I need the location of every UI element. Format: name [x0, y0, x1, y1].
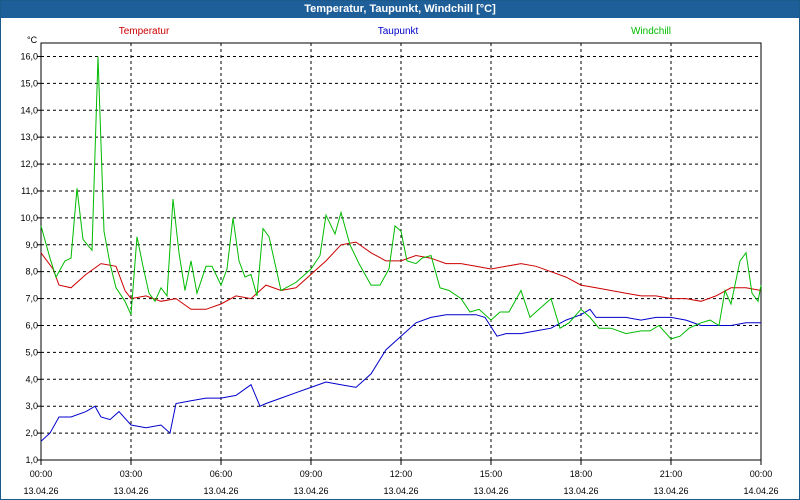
x-tick-time-label: 21:00	[660, 469, 683, 479]
y-tick-label: 13,0	[20, 132, 38, 142]
x-tick-time-label: 00:00	[30, 469, 53, 479]
y-tick-label: 2,0	[25, 428, 38, 438]
y-tick-label: 16,0	[20, 51, 38, 61]
x-tick-date-label: 13.04.26	[293, 486, 328, 496]
y-tick-label: 7,0	[25, 294, 38, 304]
y-tick-label: 14,0	[20, 105, 38, 115]
y-tick-label: 1,0	[25, 455, 38, 465]
y-tick-label: 11,0	[21, 186, 38, 196]
y-tick-label: 6,0	[25, 320, 38, 330]
legend-entry-taupunkt: Taupunkt	[378, 26, 419, 37]
x-tick-time-label: 12:00	[390, 469, 413, 479]
x-tick-time-label: 18:00	[570, 469, 593, 479]
x-tick-date-label: 13.04.26	[653, 486, 688, 496]
chart-axes	[37, 42, 762, 465]
x-tick-time-label: 15:00	[480, 469, 503, 479]
chart-grid	[41, 43, 761, 460]
y-tick-label: 10,0	[20, 213, 38, 223]
y-tick-label: 15,0	[20, 78, 38, 88]
x-tick-time-label: 03:00	[120, 469, 143, 479]
x-tick-date-label: 13.04.26	[563, 486, 598, 496]
x-tick-date-label: 13.04.26	[473, 486, 508, 496]
legend-entry-temperatur: Temperatur	[119, 26, 170, 37]
y-tick-label: 12,0	[20, 159, 38, 169]
x-tick-date-label: 13.04.26	[383, 486, 418, 496]
x-tick-time-label: 09:00	[300, 469, 323, 479]
y-tick-label: 4,0	[25, 374, 38, 384]
x-tick-time-label: 00:00	[750, 469, 773, 479]
legend-entry-windchill: Windchill	[631, 26, 671, 37]
x-tick-date-label: 13.04.26	[23, 486, 58, 496]
y-tick-label: 9,0	[25, 240, 38, 250]
x-tick-date-label: 13.04.26	[203, 486, 238, 496]
x-tick-date-label: 13.04.26	[113, 486, 148, 496]
y-tick-label: 3,0	[25, 401, 38, 411]
x-tick-date-label: 14.04.26	[743, 486, 778, 496]
line-chart: 1,0 2,0 3,0 4,0 5,0 6,0 7,0 8,0 9,0 10,0 11,0 12,0 1…	[20, 26, 778, 496]
series-line-temperatur	[40, 241, 762, 310]
y-axis-unit-label: °C	[27, 35, 38, 45]
y-tick-label: 5,0	[25, 347, 38, 357]
y-tick-label: 8,0	[25, 267, 38, 277]
chart-window: Temperatur, Taupunkt, Windchill [°C] 1,0…	[0, 0, 800, 500]
x-tick-time-label: 06:00	[210, 469, 233, 479]
